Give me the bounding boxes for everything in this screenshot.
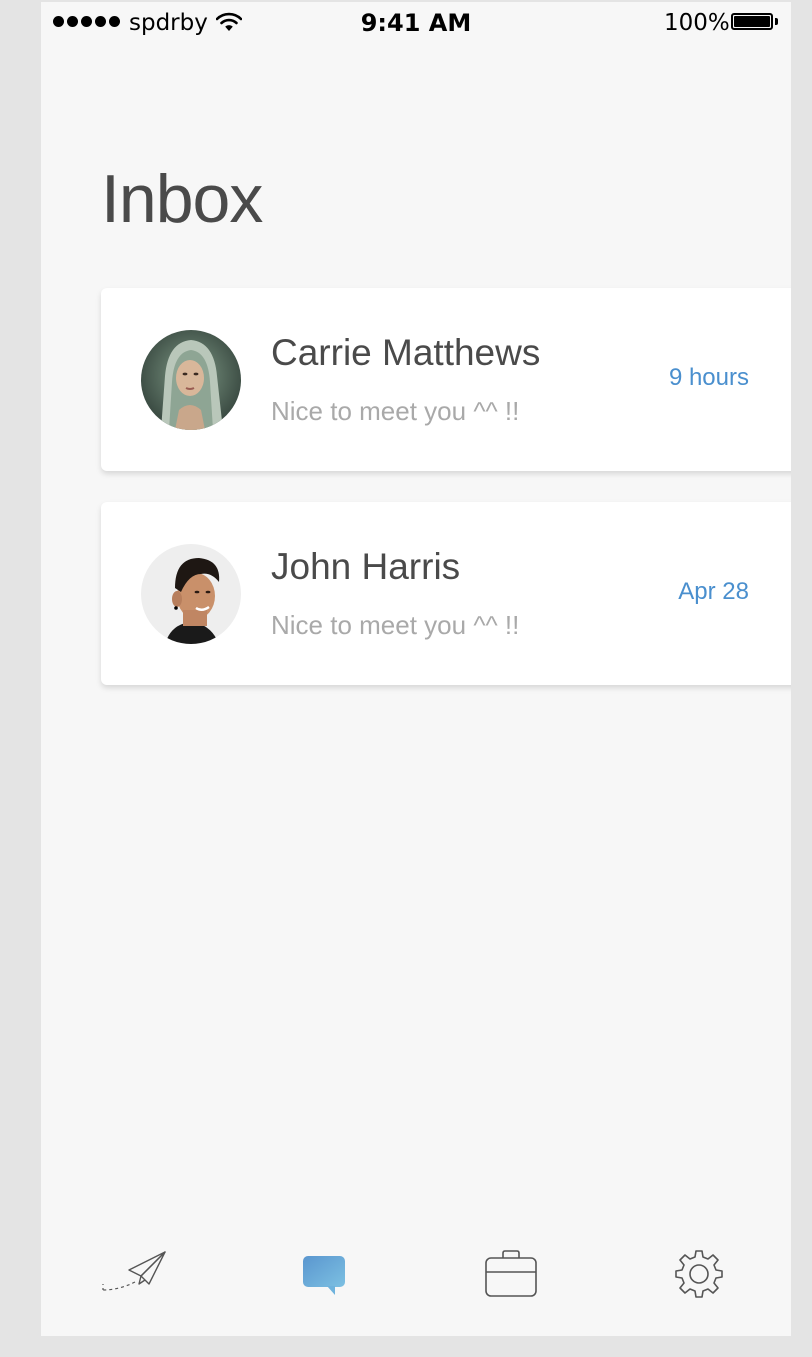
tab-bar: [41, 1232, 791, 1332]
page-title: Inbox: [101, 161, 263, 237]
message-time: Apr 28: [678, 578, 749, 605]
battery-tip: [775, 18, 778, 25]
inbox-screen: spdrby 9:41 AM 100% Inbox Carrie Matthew…: [41, 2, 791, 1336]
status-bar: spdrby 9:41 AM 100%: [41, 2, 791, 42]
woman-headscarf-avatar: [141, 330, 241, 430]
man-avatar: [141, 544, 241, 644]
tab-settings[interactable]: [673, 1248, 725, 1304]
message-preview: Nice to meet you ^^ !!: [271, 396, 520, 426]
tab-jobs[interactable]: [484, 1248, 538, 1302]
chat-bubble-icon: [301, 1256, 347, 1300]
message-preview: Nice to meet you ^^ !!: [271, 610, 520, 640]
message-time: 9 hours: [668, 364, 749, 391]
gear-icon: [673, 1250, 725, 1304]
tab-send[interactable]: [99, 1248, 169, 1300]
message-item[interactable]: John Harris Nice to meet you ^^ !! Apr 2…: [101, 502, 791, 685]
briefcase-icon: [484, 1250, 538, 1302]
battery-icon: [731, 13, 773, 30]
battery-percentage: 100%: [664, 10, 730, 36]
paper-plane-icon: [99, 1251, 169, 1300]
sender-name: Carrie Matthews: [271, 332, 541, 373]
tab-inbox[interactable]: [301, 1248, 347, 1300]
sender-name: John Harris: [271, 546, 461, 587]
message-item[interactable]: Carrie Matthews Nice to meet you ^^ !! 9…: [101, 288, 791, 471]
